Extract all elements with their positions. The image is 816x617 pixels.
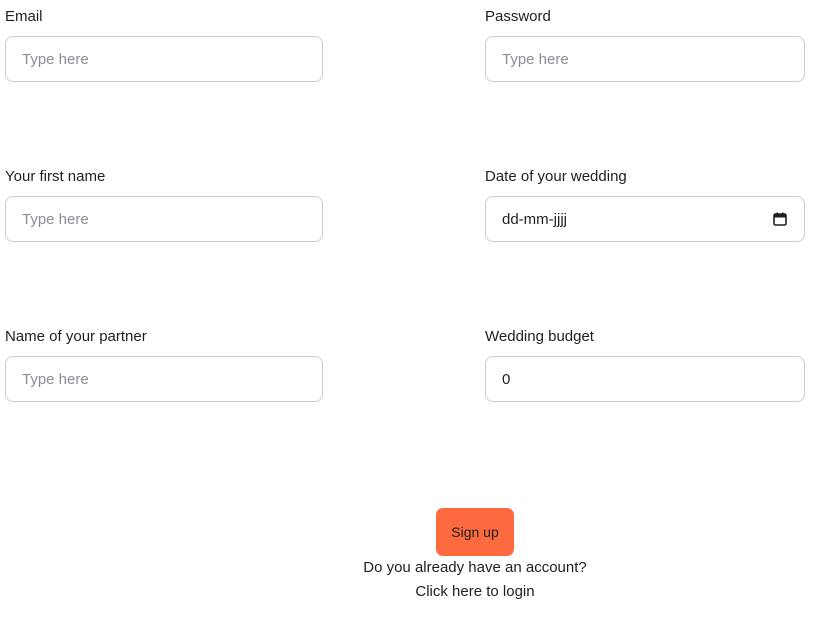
wedding-date-input[interactable]: dd-mm-jjjj [485,196,805,242]
first-name-label: Your first name [5,168,106,185]
first-name-box[interactable] [5,196,323,242]
password-label: Password [485,8,551,25]
partner-name-label: Name of your partner [5,328,147,345]
budget-label: Wedding budget [485,328,594,345]
signup-form: Email Password Your first name Date of y… [0,0,816,617]
wedding-date-label: Date of your wedding [485,168,627,185]
partner-name-field-group: Name of your partner [5,328,325,402]
budget-box[interactable] [485,356,805,402]
password-box[interactable] [485,36,805,82]
account-question: Do you already have an account? [363,559,587,576]
email-field-group: Email [5,8,325,82]
email-box[interactable] [5,36,323,82]
password-input[interactable] [486,37,804,81]
login-link[interactable]: Click here to login [415,583,534,600]
email-label: Email [5,8,43,25]
first-name-input[interactable] [6,197,322,241]
password-field-group: Password [485,8,805,82]
signup-button[interactable]: Sign up [436,508,514,556]
email-input[interactable] [6,37,322,81]
partner-name-input[interactable] [6,357,322,401]
first-name-field-group: Your first name [5,168,325,242]
partner-name-box[interactable] [5,356,323,402]
wedding-date-value: dd-mm-jjjj [502,210,567,228]
wedding-date-field-group: Date of your wedding dd-mm-jjjj [485,168,805,242]
login-link-container: Click here to login [0,583,816,601]
budget-input[interactable] [486,357,804,401]
calendar-icon[interactable] [773,212,787,226]
budget-field-group: Wedding budget [485,328,805,402]
